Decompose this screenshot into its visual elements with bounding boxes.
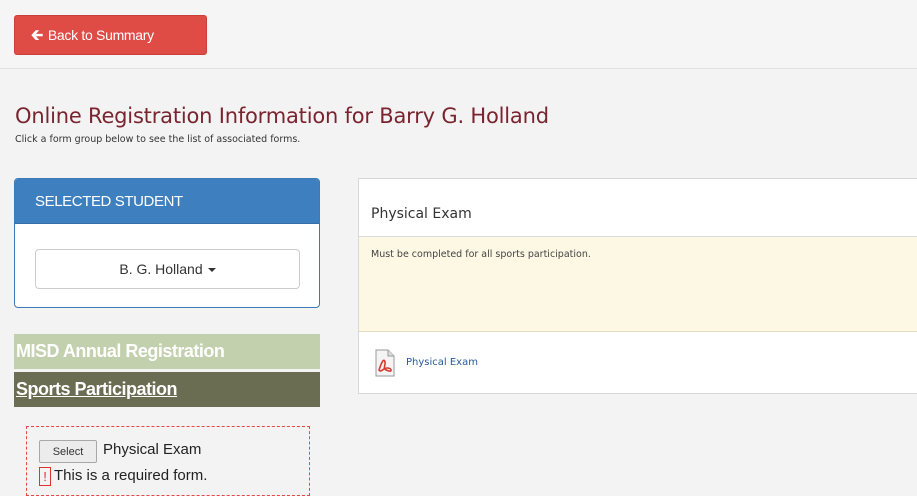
form-detail-note: Must be completed for all sports partici…: [359, 237, 917, 332]
page-subtitle: Click a form group below to see the list…: [15, 134, 301, 145]
top-toolbar: 🡰 Back to Summary: [0, 0, 917, 69]
pdf-file-icon: [373, 349, 397, 377]
form-link-row: Physical Exam: [359, 332, 917, 393]
physical-exam-pdf-link[interactable]: Physical Exam: [406, 357, 478, 368]
select-form-button[interactable]: Select: [39, 440, 97, 463]
form-list-item: Select Physical Exam ! This is a require…: [26, 426, 310, 496]
student-dropdown-value: B. G. Holland: [119, 261, 203, 277]
page-title: Online Registration Information for Barr…: [15, 104, 549, 128]
form-group-sports-participation[interactable]: Sports Participation: [14, 372, 320, 407]
back-to-summary-label: Back to Summary: [47, 27, 154, 43]
arrow-left-icon: 🡰: [31, 26, 43, 44]
selected-student-panel: SELECTED STUDENT B. G. Holland: [14, 178, 320, 308]
student-dropdown[interactable]: B. G. Holland: [35, 249, 300, 289]
form-group-label: MISD Annual Registration: [16, 341, 225, 361]
form-detail-panel: Physical Exam Must be completed for all …: [358, 178, 917, 394]
form-group-annual-registration[interactable]: MISD Annual Registration: [14, 334, 320, 369]
form-group-label: Sports Participation: [16, 379, 178, 399]
form-detail-title: Physical Exam: [359, 179, 917, 237]
back-to-summary-button[interactable]: 🡰 Back to Summary: [14, 15, 207, 55]
caret-down-icon: [207, 268, 216, 272]
selected-student-heading: SELECTED STUDENT: [15, 179, 319, 224]
form-name: Physical Exam: [103, 441, 202, 458]
required-warning-icon: !: [39, 467, 51, 486]
required-form-text: This is a required form.: [54, 467, 208, 484]
